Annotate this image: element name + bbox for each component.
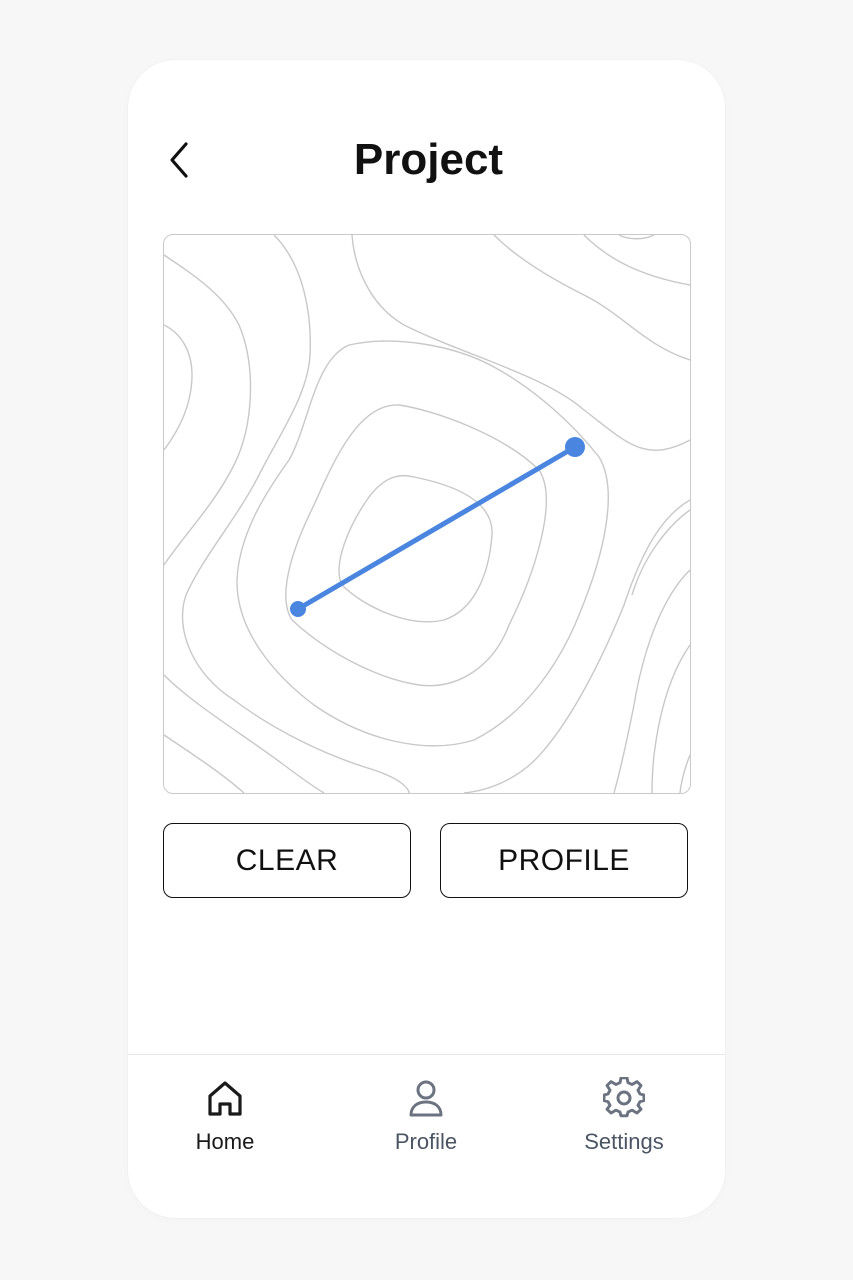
tab-home-label: Home <box>195 1129 255 1154</box>
user-icon <box>405 1077 447 1119</box>
home-icon <box>204 1077 246 1119</box>
tab-settings-label: Settings <box>584 1129 664 1154</box>
page-title: Project <box>353 135 504 184</box>
route-start-point <box>290 601 306 617</box>
tab-profile[interactable]: Profile <box>356 1077 496 1155</box>
tab-home[interactable]: Home <box>155 1077 295 1155</box>
tab-settings[interactable]: Settings <box>554 1077 694 1155</box>
app-screen: Project CLEAR PROFILE Home Profile Setti… <box>128 60 725 1218</box>
clear-button[interactable]: CLEAR <box>163 823 411 898</box>
tab-profile-label: Profile <box>394 1129 458 1154</box>
bottom-tab-bar: Home Profile Settings <box>128 1055 725 1218</box>
route-line <box>290 437 585 617</box>
route-end-point <box>565 437 585 457</box>
contour-lines <box>164 235 690 793</box>
contour-map[interactable] <box>163 234 691 794</box>
header: Project <box>128 120 725 200</box>
gear-icon <box>603 1077 645 1119</box>
profile-button[interactable]: PROFILE <box>440 823 688 898</box>
contour-map-svg <box>164 235 690 793</box>
